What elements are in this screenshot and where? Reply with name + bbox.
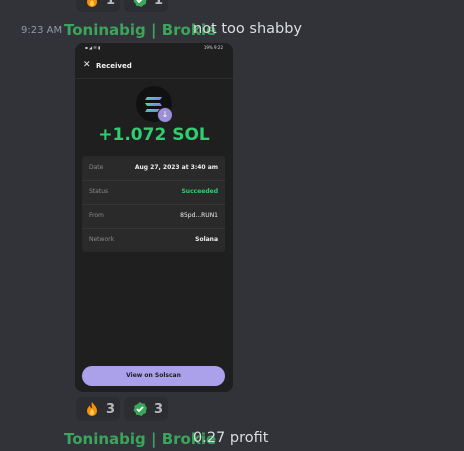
reaction-fire[interactable]: 3 — [76, 397, 120, 421]
reaction-count: 1 — [106, 0, 116, 8]
reaction-count: 1 — [154, 0, 164, 8]
download-arrow-icon: ↓ — [157, 107, 173, 123]
detail-row-status: Status Succeeded — [82, 180, 225, 205]
detail-label: Network — [89, 236, 115, 243]
reaction-count: 3 — [106, 401, 116, 417]
check-icon — [132, 401, 148, 417]
phone-header: ✕ Received — [75, 56, 233, 79]
detail-value: 85pd...RUN1 — [180, 212, 218, 219]
detail-label: Date — [89, 164, 104, 171]
view-on-solscan-button: View on Solscan — [82, 366, 225, 386]
detail-row-network: Network Solana — [82, 228, 225, 252]
reaction-count: 3 — [154, 401, 164, 417]
detail-row-from: From 85pd...RUN1 — [82, 204, 225, 229]
phone-title: Received — [96, 62, 132, 70]
message-text: not too shabby — [193, 21, 303, 37]
detail-label: Status — [89, 188, 109, 195]
transaction-details: Date Aug 27, 2023 at 3:40 am Status Succ… — [82, 156, 225, 252]
detail-value: Succeeded — [181, 188, 218, 195]
detail-value: Solana — [195, 236, 218, 243]
reaction-fire-top[interactable]: 1 — [76, 0, 120, 12]
reaction-check[interactable]: 3 — [124, 397, 168, 421]
fire-icon — [84, 0, 100, 8]
received-amount: +1.072 SOL — [98, 125, 210, 145]
message-timestamp: 9:23 AM — [21, 25, 63, 36]
status-icons-left: ▪ ◢ ✉ ▮ — [85, 45, 101, 50]
check-icon — [132, 0, 148, 8]
phone-status-bar: ▪ ◢ ✉ ▮ 19% 9:22 — [75, 43, 233, 53]
image-attachment[interactable]: ▪ ◢ ✉ ▮ 19% 9:22 ✕ Received ↓ +1.072 SOL… — [75, 43, 233, 392]
close-icon: ✕ — [83, 60, 91, 70]
message-text: 0.27 profit — [193, 430, 269, 446]
fire-icon — [84, 401, 100, 417]
detail-label: From — [89, 212, 104, 219]
status-time: 19% 9:22 — [203, 45, 223, 50]
detail-row-date: Date Aug 27, 2023 at 3:40 am — [82, 156, 225, 181]
reaction-check-top[interactable]: 1 — [124, 0, 168, 12]
detail-value: Aug 27, 2023 at 3:40 am — [134, 164, 218, 171]
